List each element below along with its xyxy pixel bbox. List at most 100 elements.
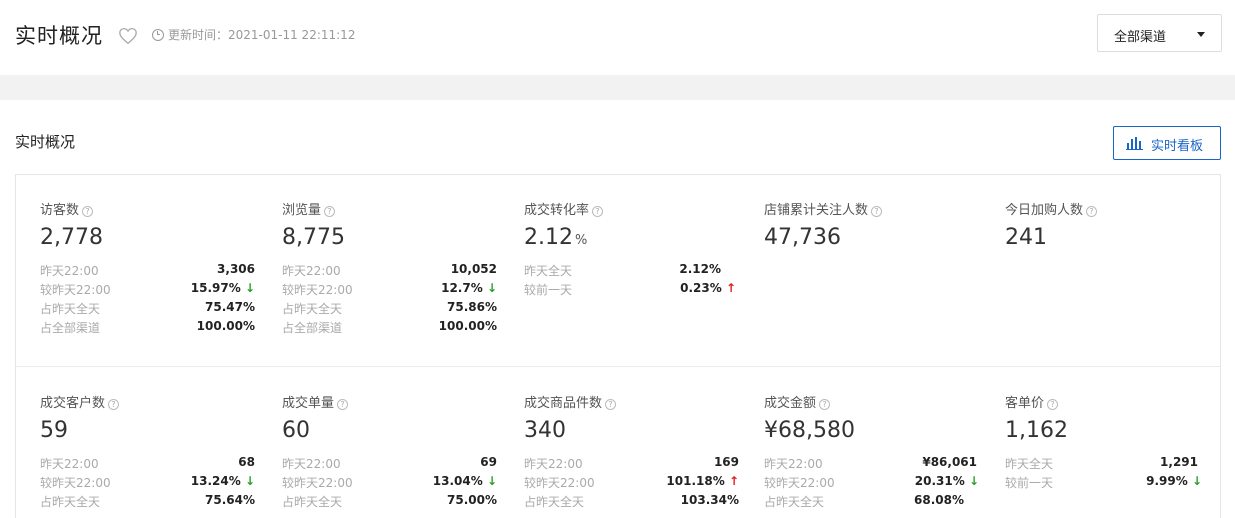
metric-orders: 成交单量? 60 昨天22:00 69 较昨天22:00 13.04% ↓ 占昨天全… [282,392,497,512]
stat-value: 13.04% ↓ [433,474,497,488]
metric-followers: 店铺累计关注人数? 47,736 [764,199,979,253]
metric-items-sold: 成交商品件数? 340 昨天22:00 169 较昨天22:00 101.18% ↑… [524,392,739,512]
help-icon[interactable]: ? [871,206,883,217]
page-title: 实时概况 [15,24,103,48]
metric-label: 客单价 [1005,396,1045,411]
help-icon[interactable]: ? [592,206,604,217]
stat-value: 9.99% ↓ [1146,474,1202,488]
stat-key: 占昨天全天 [40,495,101,509]
stat-row: 昨天22:00 169 [524,455,739,474]
metric-value: 241 [1005,225,1047,250]
stat-value-text: 9.99% [1146,474,1188,488]
arrow-up-icon: ↑ [728,474,739,488]
stat-value: 75.47% [205,300,255,314]
channel-select[interactable]: 全部渠道 [1097,14,1222,52]
stat-value: 69 [480,455,497,469]
stat-key: 占全部渠道 [40,321,101,335]
metric-buyers: 成交客户数? 59 昨天22:00 68 较昨天22:00 13.24% ↓ 占昨天… [40,392,255,512]
metric-value: 340 [524,418,566,443]
metric-conversion-rate: 成交转化率? 2.12% 昨天全天 2.12% 较前一天 0.23% ↑ [524,199,736,300]
stat-value-text: 20.31% [914,474,965,488]
stat-row: 较昨天22:00 101.18% ↑ [524,474,739,493]
stat-value: 0.23% ↑ [680,281,736,295]
section-separator [0,75,1235,100]
stat-row: 占全部渠道 100.00% [40,319,255,338]
clock-icon [152,29,164,41]
stat-value: 68 [238,455,255,469]
heart-outline-icon[interactable] [118,27,138,45]
metric-value: 8,775 [282,225,345,250]
stat-row: 占昨天全天 68.08% [764,493,979,512]
stat-key: 较昨天22:00 [40,476,111,490]
stat-value-text: 13.04% [432,474,483,488]
stat-row: 占昨天全天 75.86% [282,300,497,319]
metric-stats: 昨天22:00 ¥86,061 较昨天22:00 20.31% ↓ 占昨天全天 68.… [764,455,979,512]
channel-select-value: 全部渠道 [1114,30,1167,45]
stat-row: 较前一天 0.23% ↑ [524,281,736,300]
help-icon[interactable]: ? [82,206,94,217]
metric-unit: % [574,233,588,248]
stat-row: 昨天22:00 69 [282,455,497,474]
metric-label: 店铺累计关注人数 [764,203,869,218]
realtime-board-label: 实时看板 [1151,139,1204,154]
stat-row: 占昨天全天 75.64% [40,493,255,512]
stat-value: 12.7% ↓ [441,281,497,295]
help-icon[interactable]: ? [1086,206,1098,217]
arrow-down-icon: ↓ [244,474,255,488]
metric-value: 59 [40,418,68,443]
stat-value: 10,052 [450,262,497,276]
stat-key: 较昨天22:00 [40,283,111,297]
help-icon[interactable]: ? [108,399,120,410]
metric-value-number: 2.12 [524,225,573,250]
stat-row: 占昨天全天 75.00% [282,493,497,512]
stat-key: 较昨天22:00 [764,476,835,490]
stat-row: 昨天22:00 10,052 [282,262,497,281]
metric-pageviews: 浏览量? 8,775 昨天22:00 10,052 较昨天22:00 12.7% ↓… [282,199,497,338]
help-icon[interactable]: ? [819,399,831,410]
stat-row: 占昨天全天 75.47% [40,300,255,319]
caret-down-icon [1197,32,1205,37]
stat-value-text: 0.23% [680,281,722,295]
metric-stats: 昨天22:00 69 较昨天22:00 13.04% ↓ 占昨天全天 75.00% [282,455,497,512]
stat-value: 101.18% ↑ [666,474,739,488]
stat-value: 3,306 [217,262,255,276]
help-icon[interactable]: ? [337,399,349,410]
stat-value-text: 12.7% [441,281,483,295]
metric-stats: 昨天全天 2.12% 较前一天 0.23% ↑ [524,262,736,300]
metric-value: 1,162 [1005,418,1068,443]
stat-row: 昨天22:00 68 [40,455,255,474]
bar-chart-icon [1126,137,1143,150]
stat-row: 昨天22:00 ¥86,061 [764,455,979,474]
stat-key: 占昨天全天 [282,302,343,316]
help-icon[interactable]: ? [1047,399,1059,410]
stat-key: 占全部渠道 [282,321,343,335]
stat-key: 占昨天全天 [764,495,825,509]
stat-value: 169 [713,455,739,469]
stat-value: 15.97% ↓ [191,281,255,295]
stat-value: 75.64% [205,493,255,507]
stat-row: 昨天全天 1,291 [1005,455,1202,474]
metric-value: 2,778 [40,225,103,250]
stat-key: 昨天22:00 [282,457,341,471]
stat-key: 较昨天22:00 [282,476,353,490]
metric-label: 成交客户数 [40,396,106,411]
realtime-board-button[interactable]: 实时看板 [1113,126,1221,160]
stat-value: 13.24% ↓ [191,474,255,488]
stat-value: 75.86% [447,300,497,314]
row-divider [16,366,1220,367]
stat-value: 68.08% [914,493,964,507]
stat-row: 较昨天22:00 13.24% ↓ [40,474,255,493]
help-icon[interactable]: ? [605,399,617,410]
help-icon[interactable]: ? [324,206,336,217]
metric-label: 成交单量 [282,396,335,411]
metric-avg-order-value: 客单价? 1,162 昨天全天 1,291 较前一天 9.99% ↓ [1005,392,1202,493]
stat-row: 昨天22:00 3,306 [40,262,255,281]
stat-key: 昨天22:00 [282,264,341,278]
metric-label: 今日加购人数 [1005,203,1084,218]
metric-stats: 昨天22:00 68 较昨天22:00 13.24% ↓ 占昨天全天 75.64% [40,455,255,512]
arrow-down-icon: ↓ [968,474,979,488]
metric-stats: 昨天全天 1,291 较前一天 9.99% ↓ [1005,455,1202,493]
stat-value: 100.00% [196,319,255,333]
stat-value: 20.31% ↓ [915,474,979,488]
stat-key: 较昨天22:00 [282,283,353,297]
